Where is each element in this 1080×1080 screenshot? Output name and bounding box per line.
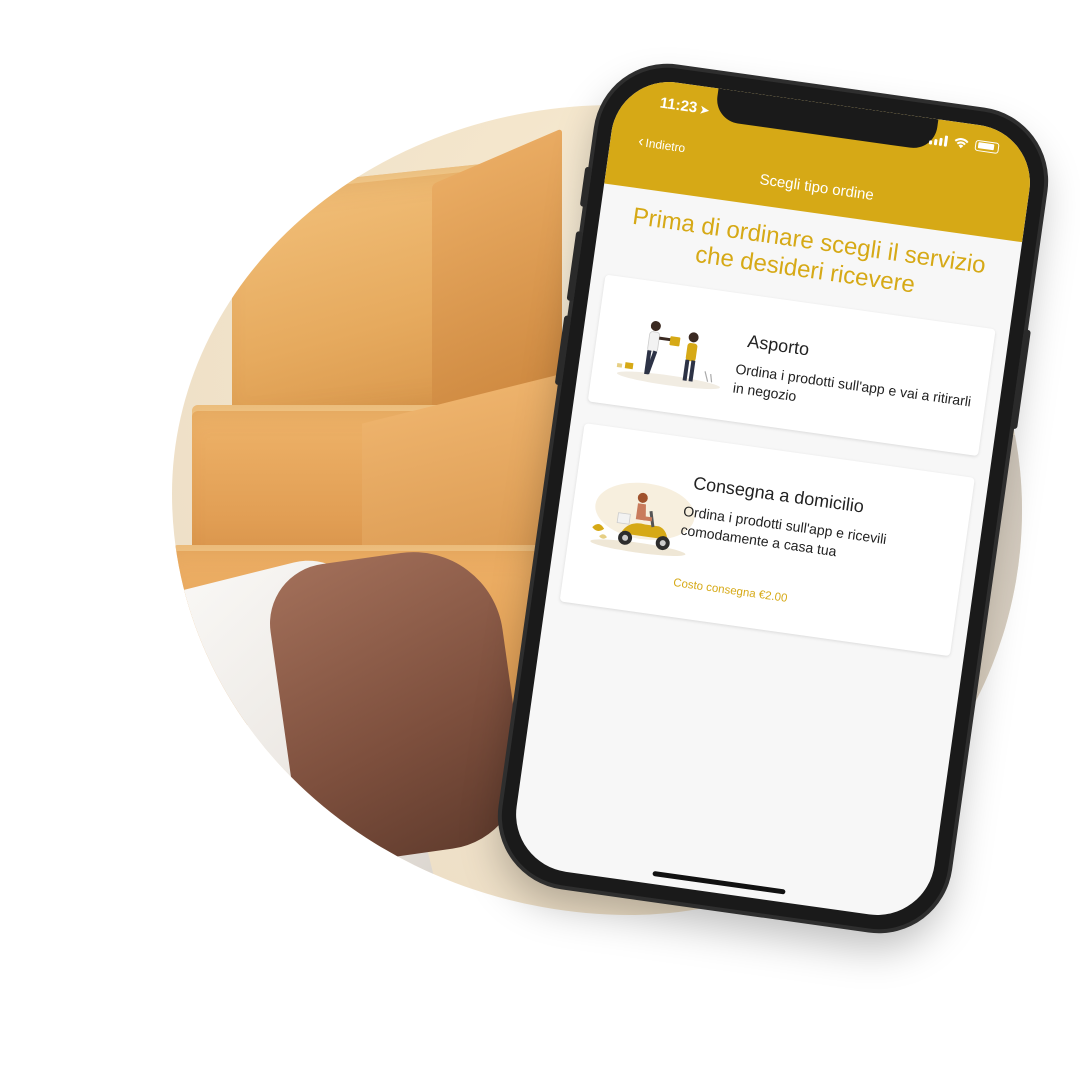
wifi-icon	[954, 138, 969, 149]
cardboard-box	[232, 128, 562, 435]
signal-icon	[928, 133, 949, 147]
takeaway-illustration	[616, 321, 720, 390]
notch	[714, 88, 939, 152]
chevron-left-icon: ‹	[637, 132, 645, 151]
battery-icon	[974, 139, 1000, 154]
status-time: 11:23➤	[658, 94, 710, 118]
delivery-cost: Costo consegna €2.00	[672, 577, 789, 605]
back-label: Indietro	[644, 135, 687, 156]
status-icons	[928, 132, 1000, 154]
location-arrow-icon: ➤	[699, 104, 710, 118]
app-screen: 11:23➤ ‹ Indietro Scegli tipo ordine Pri…	[508, 74, 1038, 923]
option-home-delivery[interactable]: Consegna a domicilio Ordina i prodotti s…	[559, 423, 975, 657]
home-indicator[interactable]	[652, 870, 786, 895]
back-button[interactable]: ‹ Indietro	[637, 132, 687, 156]
